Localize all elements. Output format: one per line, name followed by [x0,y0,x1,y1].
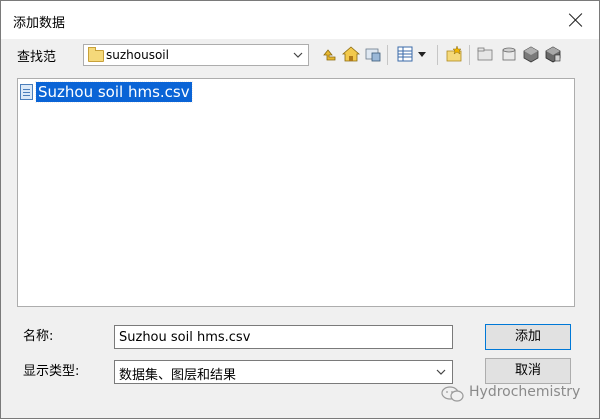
watermark-text: Hydrochemistry [469,384,581,400]
show-type-select[interactable]: 数据集、图层和结果 [114,360,453,384]
database-icon[interactable] [521,44,541,64]
name-label: 名称: [23,329,54,344]
view-list-icon[interactable] [395,44,415,64]
up-one-level-icon[interactable] [319,44,339,64]
connect-folder-icon[interactable] [445,44,465,64]
toolbar-separator [437,45,438,65]
cancel-button[interactable]: 取消 [485,358,571,384]
dialog-title: 添加数据 [13,16,66,31]
folder-icon [88,47,104,62]
add-data-dialog: 添加数据 查找范 suzhousoil Suzhou soil hms.csv … [0,0,600,419]
file-list[interactable]: Suzhou soil hms.csv [17,78,575,307]
look-in-label: 查找范 [17,50,57,65]
catalog-icon[interactable] [543,44,563,64]
toolbox-icon[interactable] [499,44,519,64]
home-icon[interactable] [341,44,361,64]
chevron-down-icon[interactable] [292,50,304,60]
wechat-icon [441,386,464,402]
look-in-combobox[interactable]: suzhousoil [83,44,309,66]
recent-location-icon[interactable] [363,44,383,64]
file-name[interactable]: Suzhou soil hms.csv [35,81,193,103]
show-type-label: 显示类型: [23,364,80,379]
title-bar: 添加数据 [1,1,599,39]
toolbar [317,42,587,68]
chevron-down-icon[interactable] [435,367,447,377]
toolbar-separator [387,45,388,65]
view-dropdown-icon[interactable] [415,44,429,64]
close-icon[interactable] [565,9,587,31]
csv-file-icon [20,84,33,100]
new-folder-icon[interactable] [475,44,495,64]
name-field[interactable] [114,325,453,349]
show-type-value: 数据集、图层和结果 [119,368,237,383]
look-in-value: suzhousoil [106,48,169,62]
toolbar-separator [469,45,470,65]
add-button[interactable]: 添加 [485,324,571,350]
